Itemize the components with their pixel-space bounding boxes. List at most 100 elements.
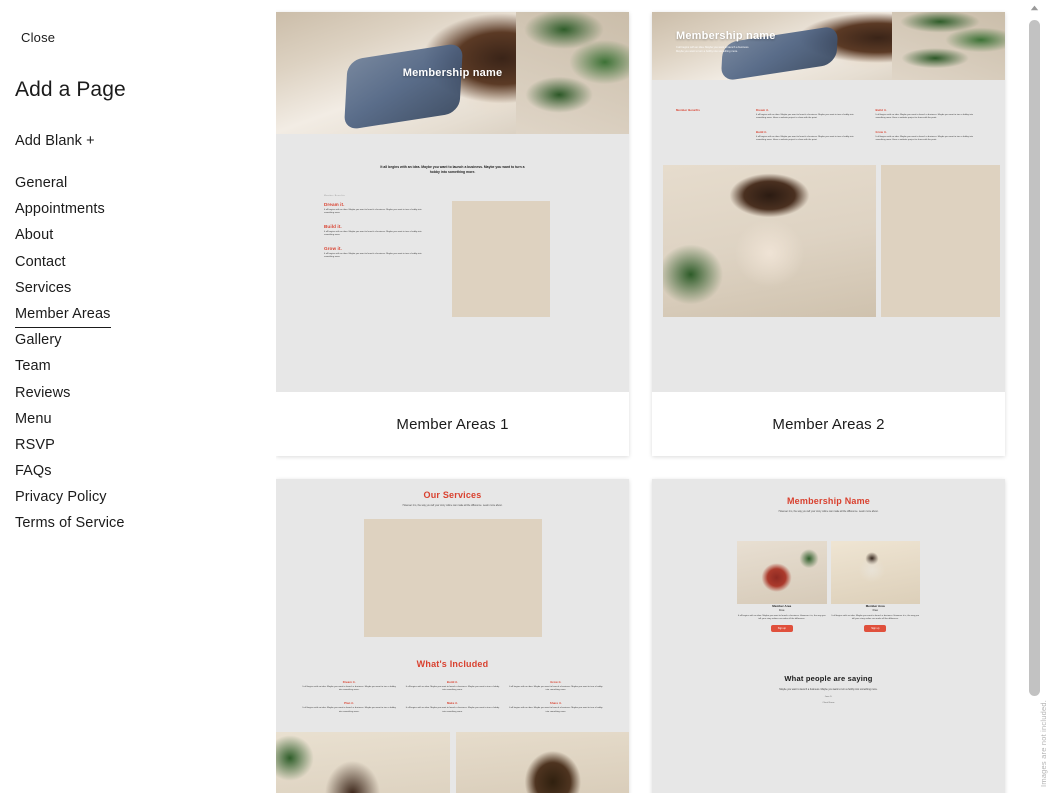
tier-row: Member Area Free It all begins with an i… [652,514,1005,632]
scrollbar[interactable] [1027,0,1042,793]
image-row [652,143,1005,317]
image-row [276,714,629,793]
feature-item: Dream it. It all begins with an idea. Ma… [302,680,396,693]
sidebar-item-gallery[interactable]: Gallery [15,327,62,353]
section-image [881,164,1000,317]
feature-heading: Dream it. [324,202,345,207]
benefits-column: Member Benefits Dream it. It all begins … [324,195,432,317]
benefits-row: Member Benefits Dream it. It all begins … [652,80,1005,143]
section-image [663,164,876,317]
tier-signup-button[interactable]: Sign up [770,625,793,632]
template-card-member-areas-4[interactable]: Membership Name However it is, the way y… [652,479,1005,793]
benefits-row: Member Benefits Dream it. It all begins … [276,175,629,317]
template-card-label: Member Areas 1 [396,415,509,433]
page-type-list: General Appointments About Contact Servi… [15,170,276,537]
feature-body: It all begins with an idea. Maybe you wa… [324,252,422,259]
template-card-member-areas-1[interactable]: Membership name It all begins with an id… [276,12,629,456]
tier-image [737,540,827,604]
tier-card[interactable]: Member Area Free It all begins with an i… [830,540,920,632]
list-item: FAQs [15,458,276,484]
sidebar-item-member-areas[interactable]: Member Areas [15,301,111,329]
hero-title: Membership name [402,67,503,79]
feature-body: It all begins with an idea. Maybe you wa… [405,685,500,691]
feature-item: Make it. It all begins with an idea. May… [405,701,499,714]
feature-item: Share it. It all begins with an idea. Ma… [509,701,603,714]
membership-header: Membership Name However it is, the way y… [652,479,1005,514]
sidebar: Close Add a Page Add Blank + General App… [0,0,276,793]
hero-image: Membership name [276,12,629,134]
list-item: About [15,222,276,248]
sidebar-item-general[interactable]: General [15,170,67,196]
feature-heading: Share it. [549,701,562,706]
tier-name: Member Area [772,603,792,608]
feature-heading: Dream it. [342,679,356,684]
feature-body: It all begins with an idea. Maybe you wa… [875,114,974,120]
template-card-member-areas-2[interactable]: Membership name It all begins with an id… [652,12,1005,456]
feature-body: It all begins with an idea. Maybe you wa… [302,707,396,713]
hero-overlay: Membership name It all begins with an id… [652,12,1005,80]
scrollbar-thumb[interactable] [1029,20,1040,696]
template-preview: Membership Name However it is, the way y… [652,479,1005,793]
sidebar-item-team[interactable]: Team [15,353,51,379]
sidebar-item-terms-of-service[interactable]: Terms of Service [15,510,125,536]
feature-heading: Build it. [324,223,342,229]
list-item: Contact [15,249,276,275]
sidebar-item-appointments[interactable]: Appointments [15,196,105,222]
included-header: What's Included [276,637,629,669]
tagline-block: It all begins with an idea. Maybe you wa… [276,134,629,175]
section-subtitle: However it is, the way you tell your sto… [402,504,503,507]
tier-price: Free [779,608,785,612]
benefits-label-col: Member Benefits [676,108,742,143]
close-button[interactable]: Close [15,28,61,47]
sidebar-item-about[interactable]: About [15,222,53,248]
services-header: Our Services However it is, the way you … [276,479,629,508]
hero-subtitle: It all begins with an idea. Maybe you wa… [676,46,750,53]
feature-heading: Build it. [875,108,887,112]
template-grid: Membership name It all begins with an id… [276,12,1006,793]
tier-description: It all begins with an idea. Maybe you wa… [831,614,920,620]
hero-image: Membership name It all begins with an id… [652,12,1005,80]
scrollbar-track[interactable] [1027,16,1042,793]
sidebar-item-faqs[interactable]: FAQs [15,458,52,484]
hero-title: Membership name [676,30,776,42]
tier-description: It all begins with an idea. Maybe you wa… [737,614,826,620]
list-item: General [15,170,276,196]
feature-item: Grow it. It all begins with an idea. May… [509,680,603,693]
hero-overlay: Membership name [276,12,629,134]
feature-body: It all begins with an idea. Maybe you wa… [509,685,603,691]
template-card-member-areas-3[interactable]: Our Services However it is, the way you … [276,479,629,793]
list-item: Reviews [15,380,276,406]
section-title: Our Services [423,490,482,500]
list-item: Services [15,275,276,301]
sidebar-item-privacy-policy[interactable]: Privacy Policy [15,484,107,510]
sidebar-item-rsvp[interactable]: RSVP [15,432,55,458]
template-gallery: Membership name It all begins with an id… [276,0,1050,793]
testimonial-section: What people are saying Maybe you want to… [652,632,1005,704]
tier-card[interactable]: Member Area Free It all begins with an i… [737,540,827,632]
sidebar-item-reviews[interactable]: Reviews [15,380,71,406]
feature-item: Plan it. It all begins with an idea. May… [302,701,396,714]
add-page-panel: Close Add a Page Add Blank + General App… [0,0,1050,793]
scroll-up-arrow-icon[interactable] [1027,0,1042,16]
tier-name: Member Area [865,603,885,608]
feature-item: Grow it. It all begins with an idea. May… [324,246,432,260]
sidebar-item-menu[interactable]: Menu [15,406,52,432]
sidebar-item-services[interactable]: Services [15,275,71,301]
section-image [455,732,629,793]
feature-item: Build it. It all begins with an idea. Ma… [876,108,982,121]
tier-signup-button[interactable]: Sign up [864,625,887,632]
feature-heading: Make it. [446,701,459,706]
feature-heading: Dream it. [756,108,769,112]
feature-item: Build it. It all begins with an idea. Ma… [756,130,862,143]
list-item: Member Areas [15,301,276,329]
add-blank-button[interactable]: Add Blank + [15,133,276,149]
feature-heading: Grow it. [875,129,887,134]
feature-body: It all begins with an idea. Maybe you wa… [756,135,854,142]
sidebar-item-contact[interactable]: Contact [15,249,66,275]
section-image [363,518,542,637]
feature-heading: Build it. [756,129,768,134]
testimonial-quote: Maybe you want to launch a business. May… [779,688,878,691]
benefits-grid: Dream it. It all begins with an idea. Ma… [756,108,981,143]
mini-page: Membership Name However it is, the way y… [652,479,1005,793]
feature-item: Build it. It all begins with an idea. Ma… [405,680,499,693]
